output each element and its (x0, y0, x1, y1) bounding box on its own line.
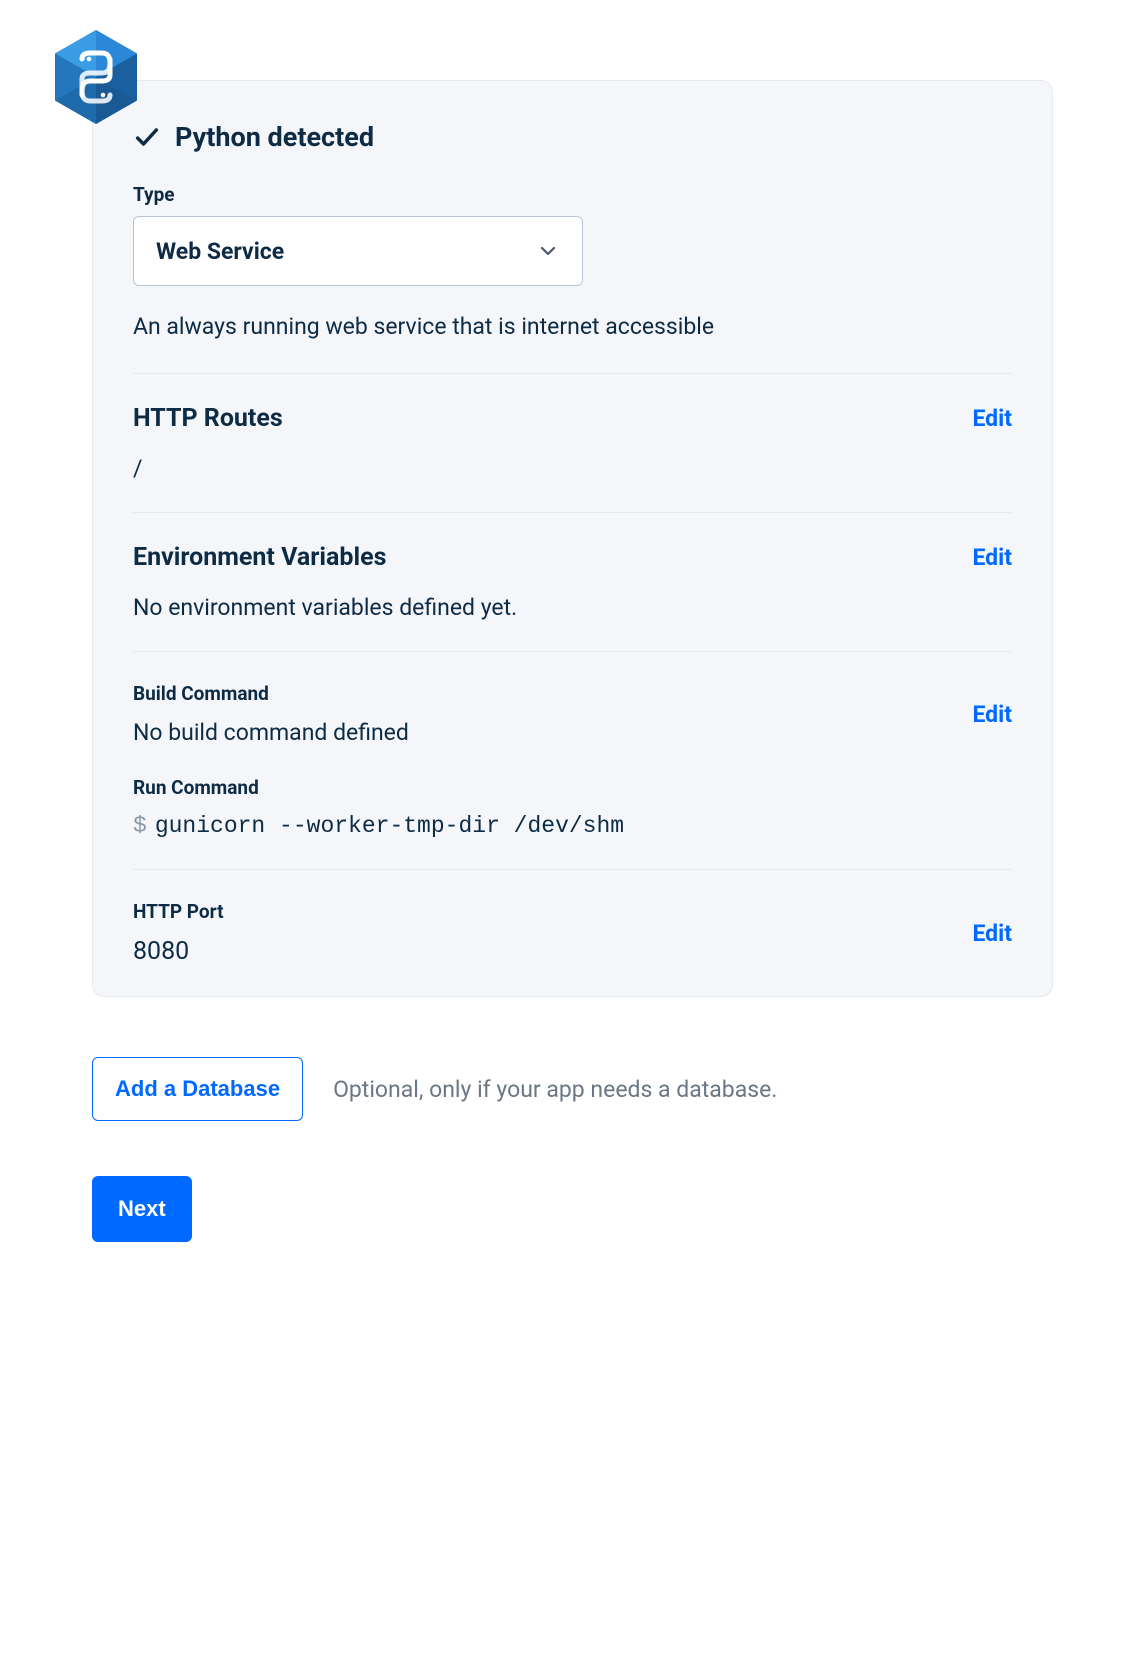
http-routes-section: HTTP Routes Edit / (133, 404, 1012, 482)
env-vars-section: Environment Variables Edit No environmen… (133, 543, 1012, 621)
run-command-value: $ gunicorn --worker-tmp-dir /dev/shm (133, 813, 1012, 839)
build-command-value: No build command defined (133, 719, 972, 746)
detected-label: Python detected (175, 121, 374, 153)
divider (133, 869, 1012, 870)
type-label: Type (133, 183, 1012, 206)
type-select-value: Web Service (156, 238, 284, 265)
divider (133, 651, 1012, 652)
next-row: Next (92, 1176, 1053, 1242)
build-command-edit-link[interactable]: Edit (972, 701, 1012, 728)
checkmark-icon (133, 123, 161, 151)
detected-row: Python detected (133, 121, 1012, 153)
env-vars-title: Environment Variables (133, 543, 386, 572)
run-command-prompt: $ (133, 813, 147, 839)
http-port-value: 8080 (133, 937, 972, 966)
type-description: An always running web service that is in… (133, 311, 1012, 343)
build-command-section: Build Command No build command defined E… (133, 682, 1012, 746)
add-database-button[interactable]: Add a Database (92, 1057, 303, 1121)
type-select[interactable]: Web Service (133, 216, 583, 286)
http-routes-value: / (133, 455, 1012, 482)
http-port-edit-link[interactable]: Edit (972, 920, 1012, 947)
python-hex-icon (55, 30, 137, 124)
build-command-label: Build Command (133, 682, 972, 705)
type-section: Type Web Service An always running web s… (133, 183, 1012, 343)
run-command-text: gunicorn --worker-tmp-dir /dev/shm (155, 813, 624, 839)
add-database-row: Add a Database Optional, only if your ap… (92, 1057, 1053, 1121)
divider (133, 512, 1012, 513)
detected-config-card: Python detected Type Web Service An alwa… (92, 80, 1053, 997)
chevron-down-icon (536, 239, 560, 263)
http-port-label: HTTP Port (133, 900, 972, 923)
run-command-label: Run Command (133, 776, 1012, 799)
env-vars-edit-link[interactable]: Edit (972, 544, 1012, 571)
divider (133, 373, 1012, 374)
next-button[interactable]: Next (92, 1176, 192, 1242)
http-port-section: HTTP Port 8080 Edit (133, 900, 1012, 966)
add-database-hint: Optional, only if your app needs a datab… (333, 1076, 777, 1103)
http-routes-edit-link[interactable]: Edit (972, 405, 1012, 432)
http-routes-title: HTTP Routes (133, 404, 283, 433)
env-vars-value: No environment variables defined yet. (133, 594, 1012, 621)
run-command-section: Run Command $ gunicorn --worker-tmp-dir … (133, 776, 1012, 839)
